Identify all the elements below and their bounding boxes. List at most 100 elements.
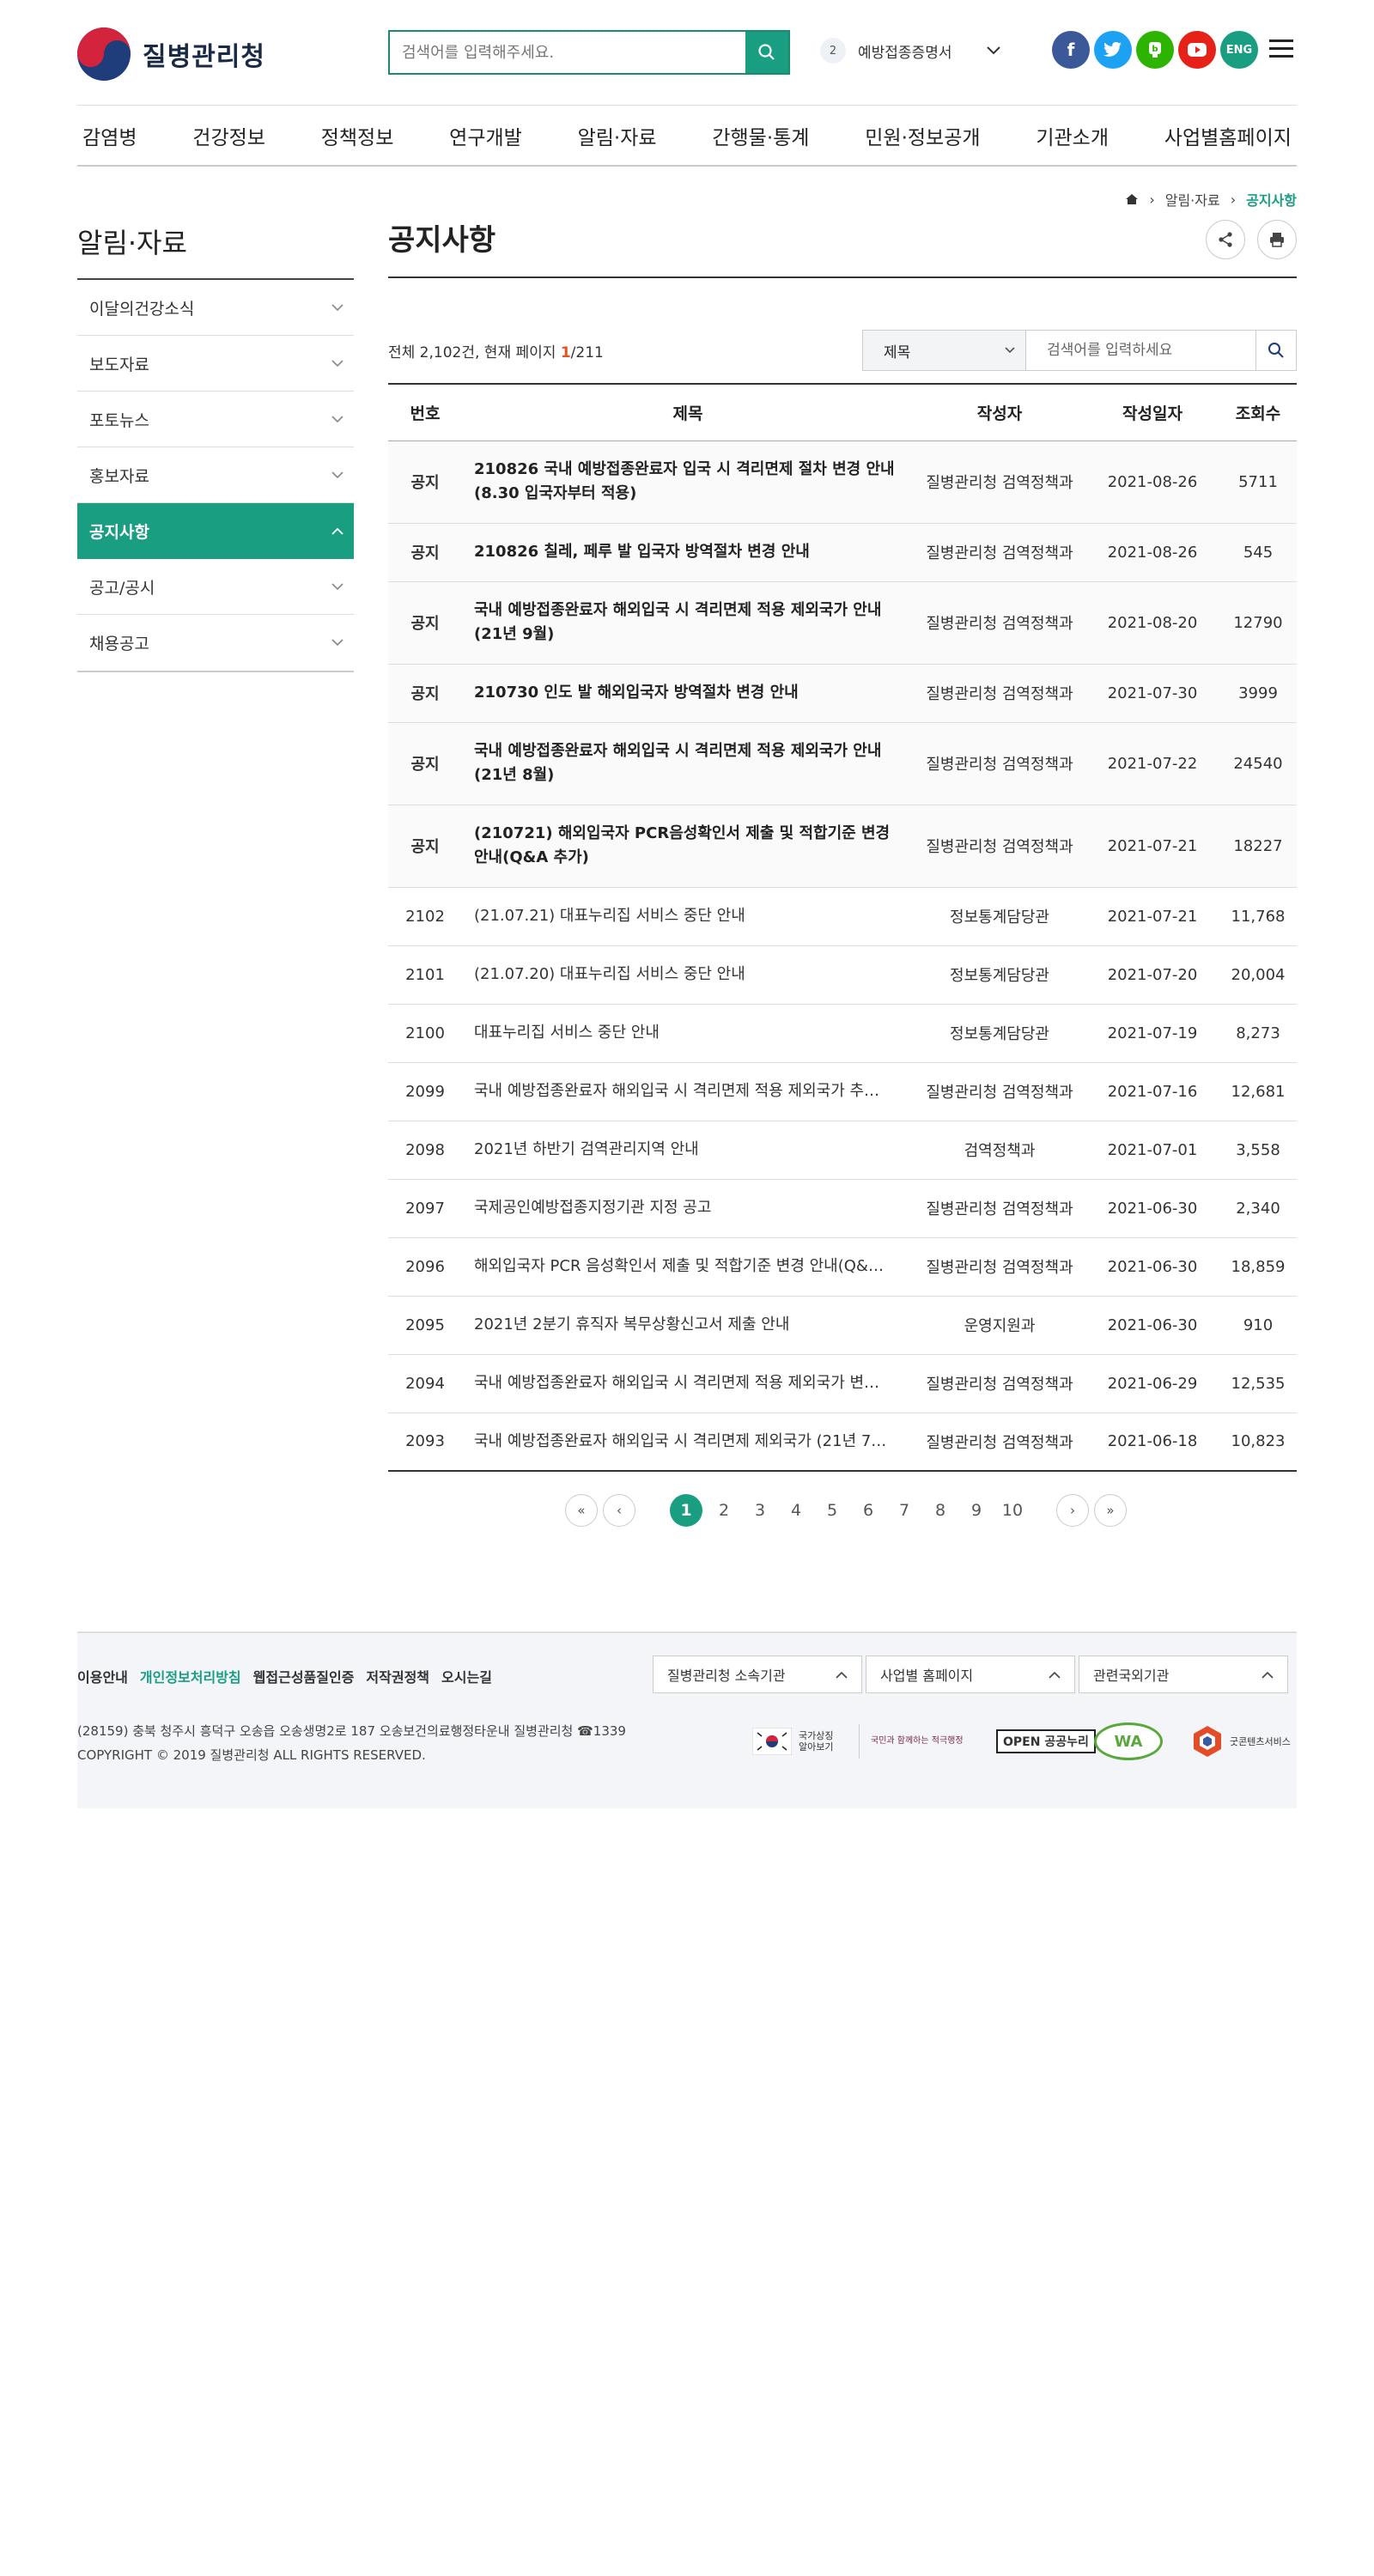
facebook-icon[interactable]: f [1052, 31, 1090, 69]
gnb-item-publications[interactable]: 간행물·통계 [707, 121, 814, 150]
row-title-link[interactable]: 210730 인도 발 해외입국자 방역절차 변경 안내 [462, 664, 914, 723]
page-link[interactable]: 3 [742, 1501, 778, 1520]
row-author: 질병관리청 검역정책과 [914, 722, 1085, 805]
gnb-item-news-data[interactable]: 알림·자료 [573, 121, 662, 150]
youtube-icon[interactable] [1178, 31, 1216, 69]
first-page-button[interactable]: « [565, 1494, 598, 1527]
row-author: 질병관리청 검역정책과 [914, 440, 1085, 524]
page-link[interactable]: 6 [850, 1501, 886, 1520]
row-title-link[interactable]: 2021년 2분기 휴직자 복무상황신고서 제출 안내 [462, 1296, 914, 1355]
row-title-link[interactable]: (210721) 해외입국자 PCR음성확인서 제출 및 적합기준 변경 안내(… [462, 805, 914, 888]
prev-page-button[interactable]: ‹ [603, 1494, 635, 1527]
table-row-notice[interactable]: 공지 (210721) 해외입국자 PCR음성확인서 제출 및 적합기준 변경 안… [388, 805, 1297, 888]
header-search-button[interactable] [745, 32, 788, 73]
table-row[interactable]: 2101 (21.07.20) 대표누리집 서비스 중단 안내 정보통계담당관 202… [388, 945, 1297, 1005]
print-button[interactable] [1257, 220, 1297, 259]
row-title-link[interactable]: 국내 예방접종완료자 해외입국 시 격리면제 적용 제외국가 변… [462, 1354, 914, 1413]
row-title-link[interactable]: 210826 칠레, 페루 발 입국자 방역절차 변경 안내 [462, 523, 914, 582]
table-row[interactable]: 2102 (21.07.21) 대표누리집 서비스 중단 안내 정보통계담당관 202… [388, 887, 1297, 946]
row-title-link[interactable]: (21.07.21) 대표누리집 서비스 중단 안내 [462, 887, 914, 946]
footer-select-foreign-orgs[interactable]: 관련국외기관 [1079, 1656, 1288, 1693]
table-row-notice[interactable]: 공지 210826 칠레, 페루 발 입국자 방역절차 변경 안내 질병관리청 검역… [388, 523, 1297, 582]
footer-link-directions[interactable]: 오시는길 [441, 1666, 492, 1686]
table-row-notice[interactable]: 공지 국내 예방접종완료자 해외입국 시 격리면제 적용 제외국가 안내 (21년… [388, 581, 1297, 665]
home-icon[interactable] [1125, 193, 1139, 205]
national-symbol-badge[interactable]: 국가상징 알아보기 [752, 1722, 843, 1760]
table-row-notice[interactable]: 공지 210730 인도 발 해외입국자 방역절차 변경 안내 질병관리청 검역정책… [388, 664, 1297, 723]
board-search-input[interactable] [1026, 331, 1256, 370]
rolling-notice[interactable]: 2 예방접종증명서 [820, 38, 1001, 64]
page-link[interactable]: 5 [814, 1501, 850, 1520]
row-title-link[interactable]: (21.07.20) 대표누리집 서비스 중단 안내 [462, 945, 914, 1005]
sidebar-item-photo-news[interactable]: 포토뉴스 [77, 392, 354, 447]
chevron-down-icon[interactable] [986, 46, 1001, 56]
page-link[interactable]: 10 [994, 1501, 1030, 1520]
table-row[interactable]: 2100 대표누리집 서비스 중단 안내 정보통계담당관 2021-07-19 8,27… [388, 1004, 1297, 1063]
gnb-item-about[interactable]: 기관소개 [1030, 121, 1114, 150]
footer-link-privacy[interactable]: 개인정보처리방침 [140, 1666, 241, 1686]
column-header-date: 작성일자 [1085, 384, 1219, 441]
sidebar-item-press[interactable]: 보도자료 [77, 336, 354, 392]
table-row[interactable]: 2096 해외입국자 PCR 음성확인서 제출 및 적합기준 변경 안내(Q&… 질… [388, 1237, 1297, 1297]
page-link[interactable]: 4 [778, 1501, 814, 1520]
good-content-badge[interactable]: 굿콘텐츠서비스 [1190, 1722, 1291, 1760]
row-title-link[interactable]: 해외입국자 PCR 음성확인서 제출 및 적합기준 변경 안내(Q&… [462, 1237, 914, 1297]
footer-link-usage[interactable]: 이용안내 [77, 1666, 128, 1686]
gnb-item-research[interactable]: 연구개발 [444, 121, 527, 150]
page-link-current[interactable]: 1 [670, 1494, 702, 1527]
sidebar-item-pr-material[interactable]: 홍보자료 [77, 447, 354, 503]
gnb-item-business-sites[interactable]: 사업별홈페이지 [1159, 121, 1297, 150]
table-row[interactable]: 2098 2021년 하반기 검역관리지역 안내 검역정책과 2021-07-01 3,… [388, 1121, 1297, 1180]
eng-language-button[interactable]: ENG [1220, 31, 1258, 69]
sidebar-item-monthly-health[interactable]: 이달의건강소식 [77, 280, 354, 336]
table-row-notice[interactable]: 공지 210826 국내 예방접종완료자 입국 시 격리면제 절차 변경 안내(8… [388, 440, 1297, 524]
hamburger-menu-icon[interactable] [1269, 39, 1293, 58]
web-accessibility-badge[interactable]: WA [1094, 1722, 1163, 1760]
table-row[interactable]: 2093 국내 예방접종완료자 해외입국 시 격리면제 제외국가 (21년 7… 질… [388, 1413, 1297, 1472]
column-header-title: 제목 [462, 384, 914, 441]
next-page-button[interactable]: › [1056, 1494, 1089, 1527]
row-title-link[interactable]: 국내 예방접종완료자 해외입국 시 격리면제 제외국가 (21년 7… [462, 1413, 914, 1472]
open-license-badge[interactable]: OPEN 공공누리 [996, 1722, 1096, 1760]
sidebar-item-announcement[interactable]: 공고/공시 [77, 559, 354, 615]
page-link[interactable]: 2 [706, 1501, 742, 1520]
table-row[interactable]: 2094 국내 예방접종완료자 해외입국 시 격리면제 적용 제외국가 변… 질병관… [388, 1354, 1297, 1413]
page-link[interactable]: 8 [922, 1501, 958, 1520]
search-type-select[interactable]: 제목 [863, 331, 1027, 370]
badge-divider [859, 1724, 860, 1759]
share-button[interactable] [1206, 220, 1245, 259]
row-title-link[interactable]: 국제공인예방접종지정기관 지정 공고 [462, 1179, 914, 1238]
row-author: 질병관리청 검역정책과 [914, 523, 1085, 582]
board-search-button[interactable] [1255, 331, 1296, 370]
sidebar-item-recruitment[interactable]: 채용공고 [77, 615, 354, 671]
table-row[interactable]: 2095 2021년 2분기 휴직자 복무상황신고서 제출 안내 운영지원과 2021… [388, 1296, 1297, 1355]
last-page-button[interactable]: » [1094, 1494, 1127, 1527]
table-row-notice[interactable]: 공지 국내 예방접종완료자 해외입국 시 격리면제 적용 제외국가 안내 (21년… [388, 722, 1297, 805]
active-administration-badge[interactable]: 국민과 함께하는 적극행정 [871, 1722, 972, 1760]
breadcrumb-level1[interactable]: 알림·자료 [1165, 189, 1220, 210]
footer-select-affiliates[interactable]: 질병관리청 소속기관 [653, 1656, 862, 1693]
footer-link-accessibility[interactable]: 웹접근성품질인증 [253, 1666, 355, 1686]
twitter-icon[interactable] [1094, 31, 1132, 69]
row-title-link[interactable]: 국내 예방접종완료자 해외입국 시 격리면제 적용 제외국가 안내 (21년 8… [462, 722, 914, 805]
gnb-item-policy-info[interactable]: 정책정보 [316, 121, 399, 150]
row-title-link[interactable]: 국내 예방접종완료자 해외입국 시 격리면제 적용 제외국가 추… [462, 1062, 914, 1121]
footer-link-copyright[interactable]: 저작권정책 [366, 1666, 429, 1686]
row-title-link[interactable]: 대표누리집 서비스 중단 안내 [462, 1004, 914, 1063]
sidebar-item-notice[interactable]: 공지사항 [77, 503, 354, 559]
site-logo[interactable]: 질병관리청 [77, 27, 265, 81]
row-author: 질병관리청 검역정책과 [914, 1237, 1085, 1297]
table-row[interactable]: 2097 국제공인예방접종지정기관 지정 공고 질병관리청 검역정책과 2021-06… [388, 1179, 1297, 1238]
page-link[interactable]: 9 [958, 1501, 994, 1520]
page-link[interactable]: 7 [886, 1501, 922, 1520]
header-search-input[interactable] [390, 32, 745, 73]
row-title-link[interactable]: 국내 예방접종완료자 해외입국 시 격리면제 적용 제외국가 안내 (21년 9… [462, 581, 914, 665]
footer-select-business-sites[interactable]: 사업별 홈페이지 [866, 1656, 1075, 1693]
gnb-item-civil-service[interactable]: 민원·정보공개 [860, 121, 985, 150]
gnb-item-health-info[interactable]: 건강정보 [187, 121, 271, 150]
blog-icon[interactable]: b [1136, 31, 1174, 69]
table-row[interactable]: 2099 국내 예방접종완료자 해외입국 시 격리면제 적용 제외국가 추… 질병관… [388, 1062, 1297, 1121]
row-title-link[interactable]: 210826 국내 예방접종완료자 입국 시 격리면제 절차 변경 안내(8.3… [462, 440, 914, 524]
gnb-item-disease[interactable]: 감염병 [77, 121, 142, 150]
row-title-link[interactable]: 2021년 하반기 검역관리지역 안내 [462, 1121, 914, 1180]
